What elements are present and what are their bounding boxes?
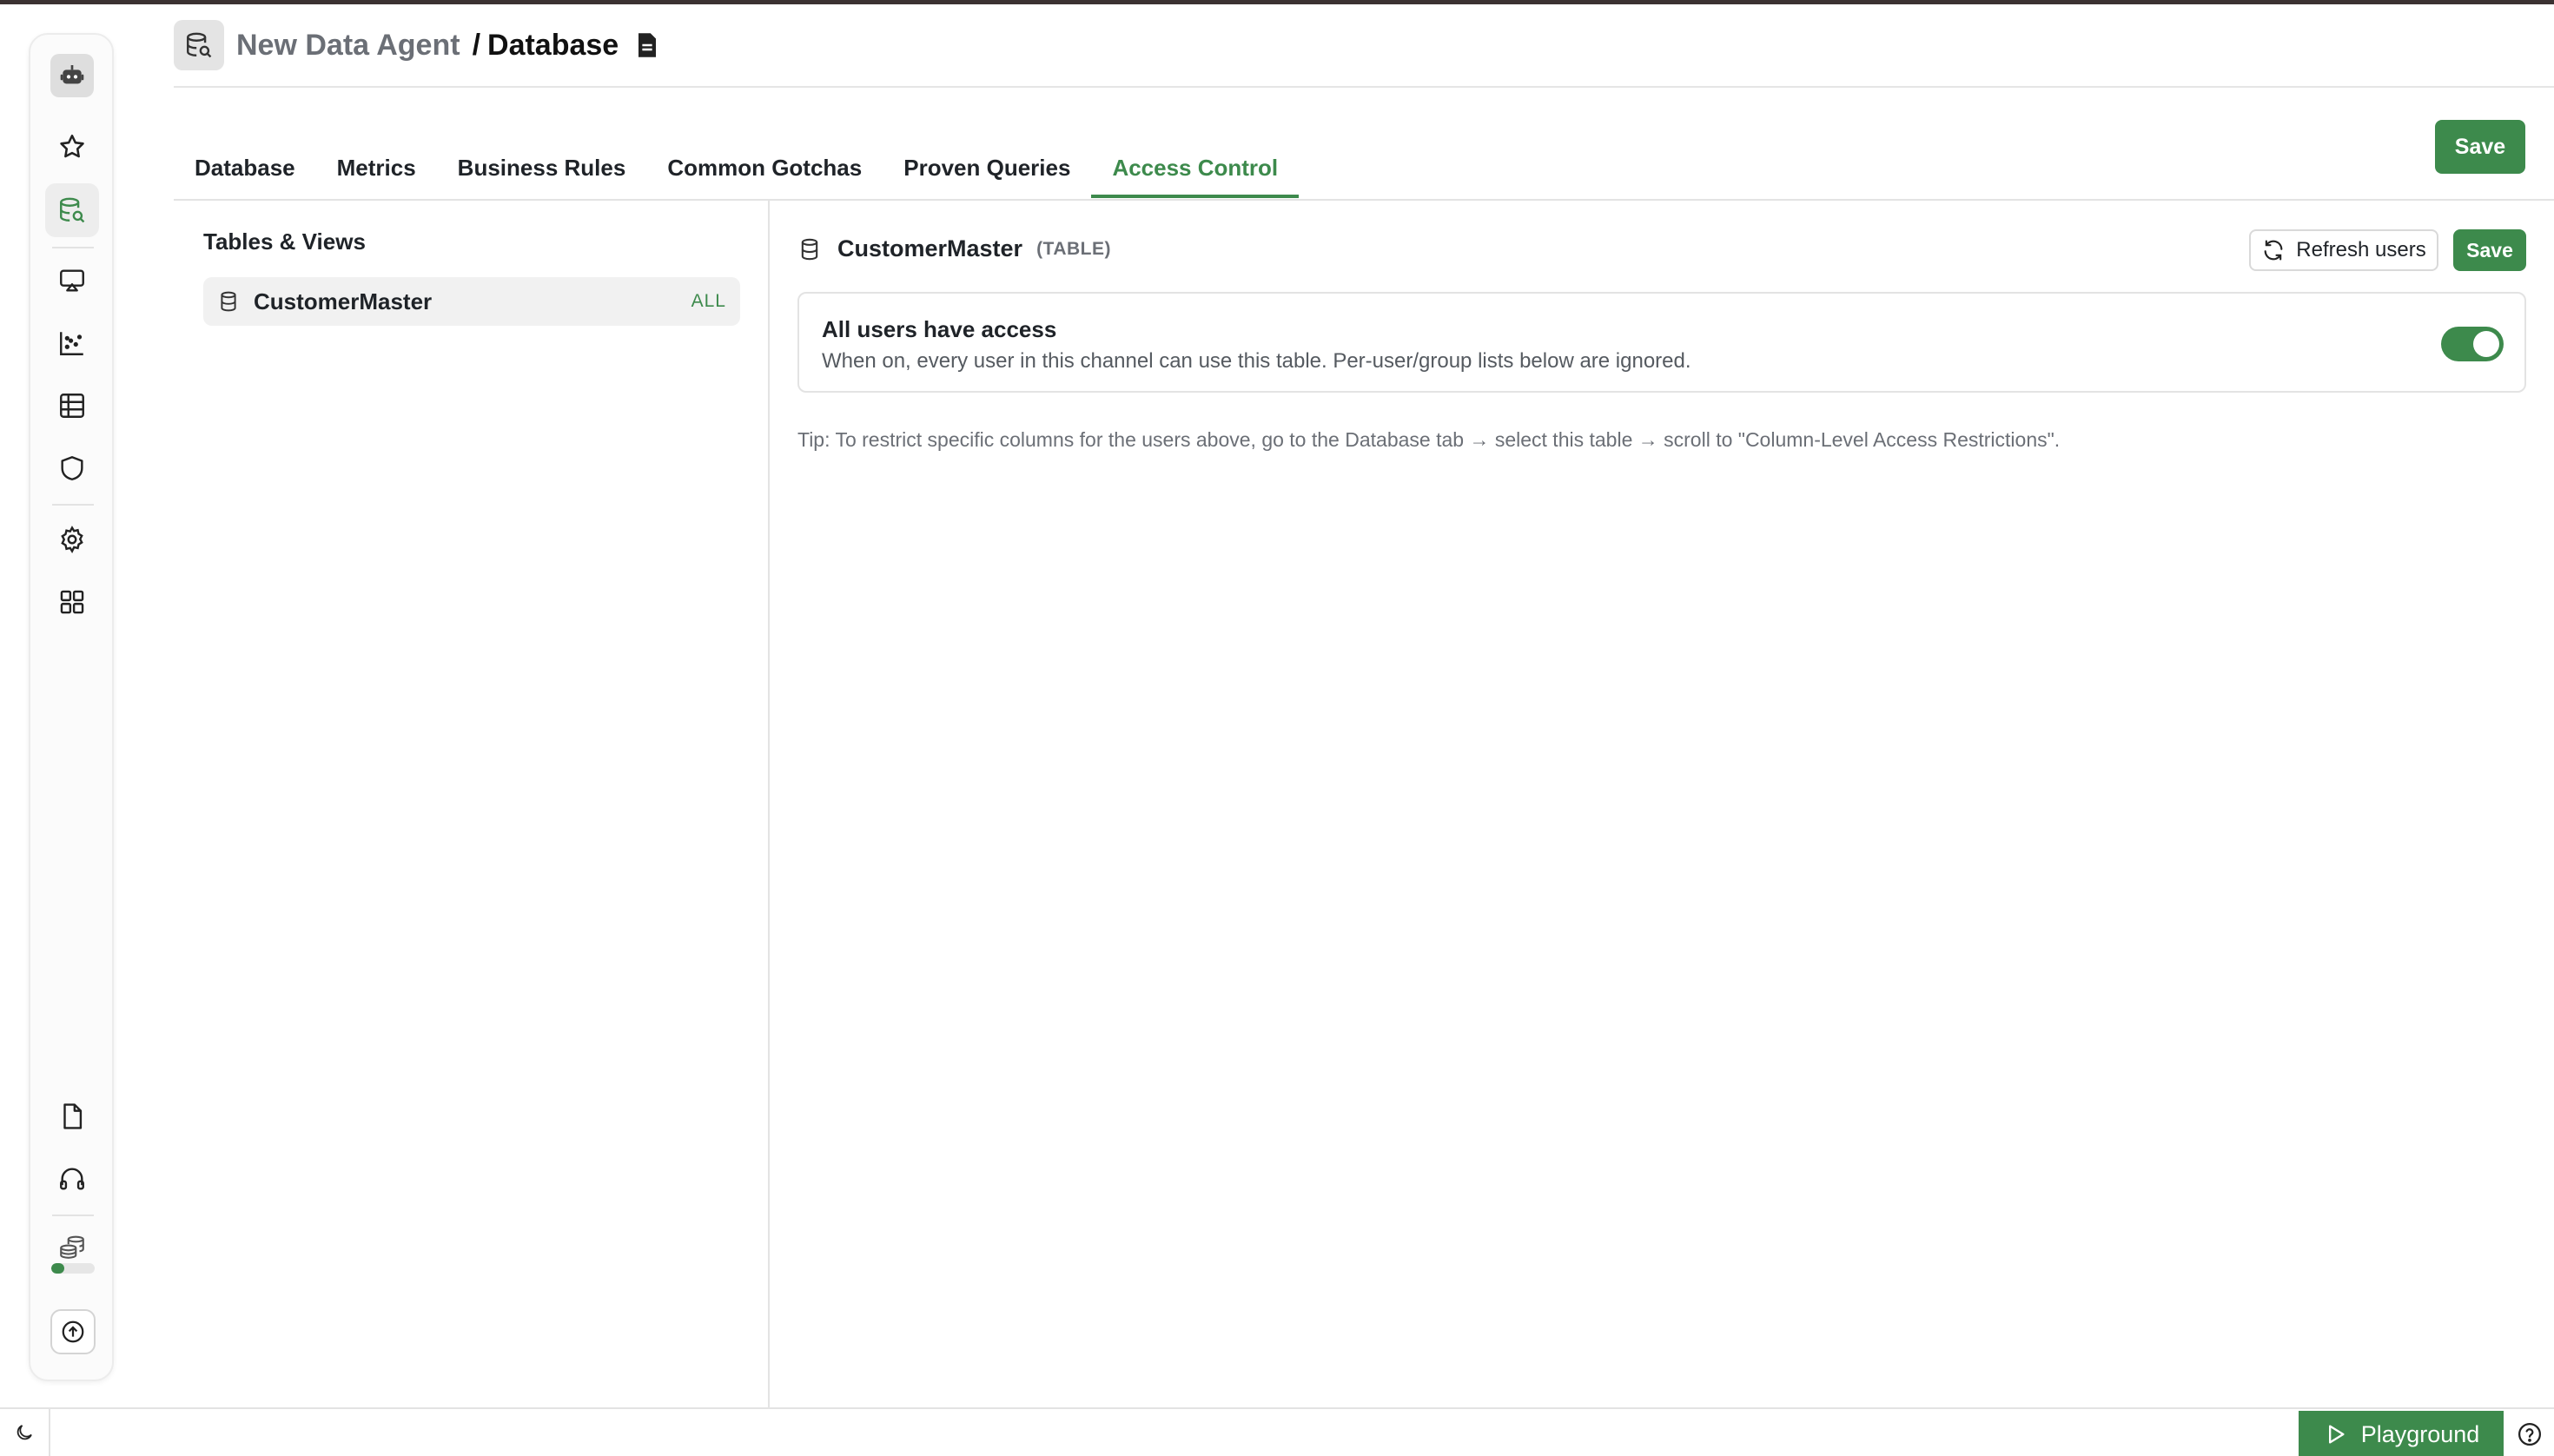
help-icon[interactable] xyxy=(2505,1411,2554,1456)
toggle-knob xyxy=(2473,331,2499,357)
database-search-icon xyxy=(174,20,224,70)
playground-button[interactable]: Playground xyxy=(2299,1411,2504,1456)
gear-icon[interactable] xyxy=(45,513,99,566)
list-item-customermaster[interactable]: CustomerMaster ALL xyxy=(203,277,740,326)
panel-title: Tables & Views xyxy=(203,228,366,255)
grid-icon[interactable] xyxy=(45,575,99,629)
access-badge: ALL xyxy=(691,291,726,311)
refresh-users-button[interactable]: Refresh users xyxy=(2249,229,2438,271)
bottom-bar: Playground xyxy=(0,1407,2554,1456)
refresh-icon xyxy=(2264,240,2283,261)
tab-metrics[interactable]: Metrics xyxy=(316,139,437,198)
tab-business-rules[interactable]: Business Rules xyxy=(437,139,647,198)
access-detail-panel: CustomerMaster (TABLE) Refresh users Sav… xyxy=(771,201,2554,1408)
database-search-icon[interactable] xyxy=(45,183,99,237)
credits-progress-fill xyxy=(51,1263,64,1274)
tab-bar: Database Metrics Business Rules Common G… xyxy=(174,139,1300,198)
scatter-chart-icon[interactable] xyxy=(45,316,99,370)
shield-icon[interactable] xyxy=(45,441,99,495)
save-button[interactable]: Save xyxy=(2435,120,2525,174)
refresh-users-label: Refresh users xyxy=(2296,238,2426,261)
table-icon[interactable] xyxy=(45,379,99,433)
document-icon[interactable] xyxy=(636,32,658,58)
detail-title: CustomerMaster xyxy=(837,235,1023,261)
detail-header: CustomerMaster (TABLE) xyxy=(797,235,1111,262)
save-access-button[interactable]: Save xyxy=(2453,229,2526,271)
play-icon xyxy=(2328,1425,2345,1444)
side-rail xyxy=(29,33,114,1381)
playground-label: Playground xyxy=(2360,1420,2480,1447)
breadcrumb-separator: / xyxy=(472,28,481,62)
tab-common-gotchas[interactable]: Common Gotchas xyxy=(646,139,883,198)
moon-icon[interactable] xyxy=(0,1409,50,1456)
tab-proven-queries[interactable]: Proven Queries xyxy=(883,139,1091,198)
breadcrumb-parent[interactable]: New Data Agent xyxy=(236,29,460,63)
table-name: CustomerMaster xyxy=(254,288,433,314)
database-icon xyxy=(801,238,818,260)
cast-icon[interactable] xyxy=(45,254,99,308)
credits-progress-bar xyxy=(51,1263,95,1274)
access-description: When on, every user in this channel can … xyxy=(822,349,1691,373)
access-tip: Tip: To restrict specific columns for th… xyxy=(797,428,2061,451)
object-type-label: (TABLE) xyxy=(1036,238,1111,259)
access-title: All users have access xyxy=(822,316,1057,342)
window-top-border xyxy=(0,0,2554,4)
page-title: Database xyxy=(487,28,619,62)
rail-divider xyxy=(52,1214,94,1216)
tab-access-control[interactable]: Access Control xyxy=(1091,139,1300,198)
rail-divider xyxy=(52,247,94,248)
star-icon[interactable] xyxy=(45,120,99,174)
headphones-icon[interactable] xyxy=(45,1152,99,1206)
tables-panel: Tables & Views CustomerMaster ALL xyxy=(174,201,770,1408)
database-icon xyxy=(221,291,236,312)
all-users-access-card: All users have access When on, every use… xyxy=(797,292,2526,393)
bot-icon[interactable] xyxy=(50,54,94,97)
breadcrumb: New Data Agent / Database xyxy=(174,19,658,71)
rail-divider xyxy=(52,504,94,506)
document-icon[interactable] xyxy=(45,1089,99,1143)
header-divider xyxy=(174,86,2554,88)
tab-database[interactable]: Database xyxy=(174,139,316,198)
all-users-access-toggle[interactable] xyxy=(2441,327,2504,361)
upload-icon[interactable] xyxy=(50,1309,96,1354)
